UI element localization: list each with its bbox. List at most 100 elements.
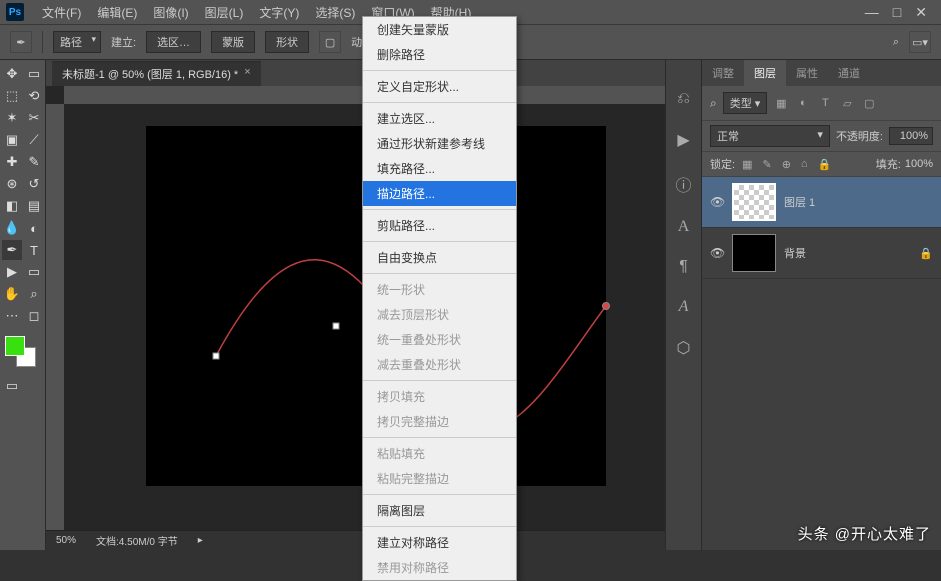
- tab-adjustments[interactable]: 调整: [702, 60, 744, 86]
- menu-type[interactable]: 文字(Y): [251, 4, 307, 21]
- tab-channels[interactable]: 通道: [828, 60, 870, 86]
- lock-nest-icon[interactable]: ⌂: [798, 158, 811, 170]
- layer-filter-dropdown[interactable]: 类型 ▾: [723, 92, 768, 114]
- fill-input[interactable]: 100%: [905, 158, 933, 170]
- document-tab[interactable]: 未标题-1 @ 50% (图层 1, RGB/16) * ×: [52, 61, 261, 86]
- history-panel-icon[interactable]: ⎌: [677, 90, 690, 108]
- make-mask-button[interactable]: 蒙版: [211, 31, 255, 53]
- make-shape-button[interactable]: 形状: [265, 31, 309, 53]
- artboard-tool[interactable]: ▭: [24, 64, 44, 84]
- character-panel-icon[interactable]: A: [678, 218, 690, 236]
- context-menu-item[interactable]: 删除路径: [363, 42, 516, 67]
- search-icon[interactable]: ⌕: [893, 36, 899, 49]
- context-menu-item: 统一重叠处形状: [363, 327, 516, 352]
- clone-tool[interactable]: ⊛: [2, 174, 22, 194]
- doc-info[interactable]: 文档:4.50M/0 字节: [96, 533, 178, 548]
- context-menu-item[interactable]: 自由变换点: [363, 245, 516, 270]
- opacity-input[interactable]: 100%: [889, 127, 933, 145]
- tab-layers[interactable]: 图层: [744, 60, 786, 86]
- pen-tool-icon[interactable]: ✒: [10, 31, 32, 53]
- lock-position-icon[interactable]: ✎: [759, 158, 774, 171]
- crop-tool[interactable]: ✂: [24, 108, 44, 128]
- close-icon[interactable]: ✕: [915, 4, 927, 21]
- zoom-tool[interactable]: ⌕: [24, 284, 44, 304]
- context-menu: 创建矢量蒙版删除路径定义自定形状... 建立选区...通过形状新建参考线填充路径.…: [362, 16, 517, 581]
- workspace-switcher-icon[interactable]: ▭▾: [909, 31, 931, 53]
- tab-close-icon[interactable]: ×: [244, 66, 250, 82]
- maximize-icon[interactable]: □: [893, 4, 901, 21]
- path-select-tool[interactable]: ▶: [2, 262, 22, 282]
- context-menu-item[interactable]: 建立选区...: [363, 106, 516, 131]
- dodge-tool[interactable]: ◐: [24, 218, 44, 238]
- lasso-tool[interactable]: ⟲: [24, 86, 44, 106]
- eraser-tool[interactable]: ◧: [2, 196, 22, 216]
- context-menu-item[interactable]: 隔离图层: [363, 498, 516, 523]
- menu-image[interactable]: 图像(I): [145, 4, 196, 21]
- fg-color-swatch[interactable]: [5, 336, 25, 356]
- filter-smart-icon[interactable]: ▢: [861, 95, 877, 111]
- context-menu-item[interactable]: 剪贴路径...: [363, 213, 516, 238]
- lock-all-icon[interactable]: 🔒: [815, 158, 835, 171]
- menu-file[interactable]: 文件(F): [34, 4, 89, 21]
- context-menu-item[interactable]: 通过形状新建参考线: [363, 131, 516, 156]
- screen-mode[interactable]: ▭: [2, 376, 22, 396]
- filter-type-icon[interactable]: T: [817, 95, 833, 111]
- rectangle-tool[interactable]: ▭: [24, 262, 44, 282]
- layer-name[interactable]: 图层 1: [784, 194, 815, 210]
- glyphs-panel-icon[interactable]: A: [679, 298, 689, 316]
- context-menu-item[interactable]: 建立对称路径: [363, 530, 516, 555]
- move-tool[interactable]: ✥: [2, 64, 22, 84]
- path-mode-dropdown[interactable]: 路径: [53, 31, 101, 53]
- filter-pixel-icon[interactable]: ▦: [773, 95, 789, 111]
- visibility-icon[interactable]: 👁: [710, 246, 724, 260]
- brush-tool[interactable]: ✎: [24, 152, 44, 172]
- zoom-level[interactable]: 50%: [56, 535, 76, 546]
- color-swatches[interactable]: [2, 336, 44, 374]
- tab-properties[interactable]: 属性: [786, 60, 828, 86]
- make-selection-button[interactable]: 选区…: [146, 31, 201, 53]
- app-icon: Ps: [6, 3, 24, 21]
- collapsed-panel-dock: ⎌ ▶ ⓘ A ¶ A ⬡: [665, 60, 701, 550]
- lock-pixels-icon[interactable]: ▦: [739, 158, 755, 171]
- path-anchor[interactable]: [333, 323, 340, 330]
- menu-edit[interactable]: 编辑(E): [89, 4, 145, 21]
- eyedropper-tool[interactable]: ⟋: [24, 130, 44, 150]
- path-anchor[interactable]: [213, 353, 220, 360]
- context-menu-item[interactable]: 描边路径...: [363, 181, 516, 206]
- status-arrow-icon[interactable]: ▸: [198, 535, 203, 546]
- context-menu-item[interactable]: 填充路径...: [363, 156, 516, 181]
- 3d-panel-icon[interactable]: ⬡: [677, 338, 691, 358]
- paragraph-panel-icon[interactable]: ¶: [679, 258, 688, 276]
- quick-select-tool[interactable]: ✶: [2, 108, 22, 128]
- hand-tool[interactable]: ✋: [2, 284, 22, 304]
- layer-row[interactable]: 👁 背景 🔒: [702, 228, 941, 279]
- menu-select[interactable]: 选择(S): [307, 4, 363, 21]
- path-endpoint[interactable]: [602, 302, 610, 310]
- context-menu-item[interactable]: 创建矢量蒙版: [363, 17, 516, 42]
- layer-thumbnail[interactable]: [732, 234, 776, 272]
- minimize-icon[interactable]: —: [865, 4, 879, 21]
- blur-tool[interactable]: 💧: [2, 218, 22, 238]
- path-ops-icon[interactable]: ▢: [319, 31, 341, 53]
- filter-adjust-icon[interactable]: ◐: [795, 95, 811, 111]
- frame-tool[interactable]: ▣: [2, 130, 22, 150]
- menu-layer[interactable]: 图层(L): [197, 4, 252, 21]
- history-brush-tool[interactable]: ↺: [24, 174, 44, 194]
- lock-artboard-icon[interactable]: ⊕: [779, 158, 794, 171]
- layer-row[interactable]: 👁 图层 1: [702, 177, 941, 228]
- gradient-tool[interactable]: ▤: [24, 196, 44, 216]
- quick-mask[interactable]: ◻: [24, 306, 44, 326]
- context-menu-item[interactable]: 定义自定形状...: [363, 74, 516, 99]
- play-panel-icon[interactable]: ▶: [677, 130, 689, 150]
- edit-toolbar[interactable]: ⋯: [2, 306, 22, 326]
- filter-shape-icon[interactable]: ▱: [839, 95, 855, 111]
- blend-mode-dropdown[interactable]: 正常 ▾: [710, 125, 830, 147]
- type-tool[interactable]: T: [24, 240, 44, 260]
- layer-thumbnail[interactable]: [732, 183, 776, 221]
- layer-name[interactable]: 背景: [784, 245, 806, 261]
- info-panel-icon[interactable]: ⓘ: [675, 172, 691, 196]
- pen-tool[interactable]: ✒: [2, 240, 22, 260]
- healing-tool[interactable]: ✚: [2, 152, 22, 172]
- marquee-tool[interactable]: ⬚: [2, 86, 22, 106]
- visibility-icon[interactable]: 👁: [710, 195, 724, 209]
